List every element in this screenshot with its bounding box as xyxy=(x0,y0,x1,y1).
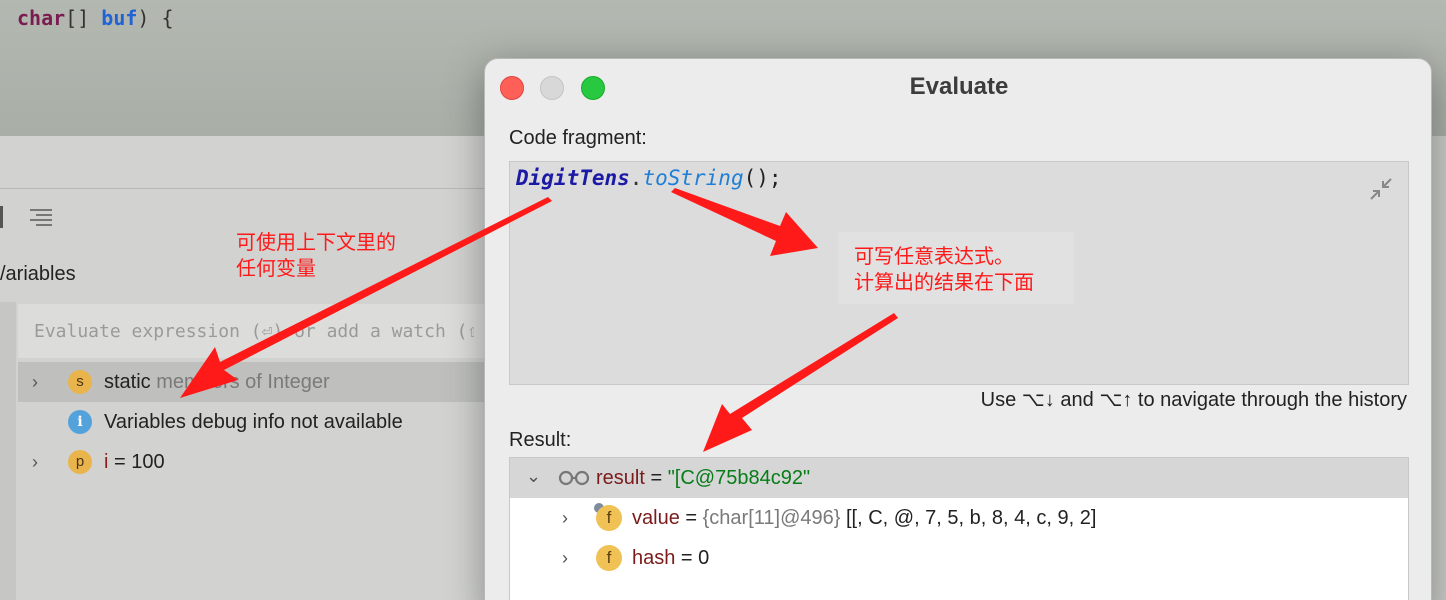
annotation-left: 可使用上下文里的 任何变量 xyxy=(236,230,396,282)
result-tree: ⌄ result = "[C@75b84c92" › f value = {ch… xyxy=(509,457,1409,600)
static-label: static xyxy=(104,370,157,393)
field-array-value: [[, C, @, 7, 5, b, 8, 4, c, 9, 2] xyxy=(840,506,1097,529)
variables-title: /ariables xyxy=(0,263,76,285)
field-value-entry: value = {char[11]@496} [[, C, @, 7, 5, b… xyxy=(632,507,1096,530)
field-badge-icon: f xyxy=(596,505,622,531)
code-tail: ) { xyxy=(137,6,174,30)
layout-list-icon[interactable] xyxy=(28,206,54,228)
expr-dot: . xyxy=(629,166,643,190)
static-members-dim: members of Integer xyxy=(156,370,330,393)
parameter-badge-icon: p xyxy=(68,450,92,474)
collapse-icon[interactable] xyxy=(1368,176,1394,202)
field-badge-icon: f xyxy=(596,545,622,571)
field-hash-entry: hash = 0 xyxy=(632,547,709,570)
chevron-right-icon[interactable]: › xyxy=(562,508,568,529)
evaluate-expression-input[interactable] xyxy=(18,304,490,358)
watch-glasses-icon xyxy=(558,470,590,486)
expr-class-name: DigitTens xyxy=(516,166,630,190)
static-badge-icon: s xyxy=(68,370,92,394)
annotation-right: 可写任意表达式。 计算出的结果在下面 xyxy=(854,244,1034,296)
field-equals: = xyxy=(675,546,699,569)
code-fragment-label: Code fragment: xyxy=(509,127,647,149)
static-members-label: static members of Integer xyxy=(104,371,330,394)
result-name: result xyxy=(596,466,645,489)
debug-panel: /ariables › s static members of Integer … xyxy=(0,136,490,600)
history-hint: Use ⌥↓ and ⌥↑ to navigate through the hi… xyxy=(980,389,1407,411)
tree-row-info[interactable]: i Variables debug info not available xyxy=(18,402,490,442)
code-param-buf: buf xyxy=(101,6,138,30)
expr-tail: (); xyxy=(743,166,782,190)
variables-tree: › s static members of Integer i Variable… xyxy=(18,362,490,482)
field-type: {char[11]@496} xyxy=(702,506,841,529)
tree-row-variable-i[interactable]: › p i = 100 xyxy=(18,442,490,482)
code-brackets: [] xyxy=(65,6,102,30)
dialog-title: Evaluate xyxy=(909,73,1009,100)
variable-value: = 100 xyxy=(108,450,165,473)
result-child-row-value[interactable]: › f value = {char[11]@496} [[, C, @, 7, … xyxy=(510,498,1408,538)
field-hash-value: 0 xyxy=(698,546,710,569)
info-icon: i xyxy=(68,410,92,434)
result-label: Result: xyxy=(509,429,572,451)
evaluate-dialog: Evaluate Code fragment: DigitTens.toStri… xyxy=(484,58,1432,600)
annotation-left-line2: 任何变量 xyxy=(236,258,316,280)
code-expression[interactable]: DigitTens.toString(); xyxy=(516,166,782,190)
left-gutter xyxy=(0,302,16,600)
toolbar-separator xyxy=(0,206,3,228)
result-value: "[C@75b84c92" xyxy=(667,466,811,489)
annotation-right-line1: 可写任意表达式。 xyxy=(854,246,1014,268)
result-equals: = xyxy=(644,466,668,489)
variable-i-label: i = 100 xyxy=(104,451,165,474)
field-name: hash xyxy=(632,546,676,569)
annotation-left-line1: 可使用上下文里的 xyxy=(236,232,396,254)
chevron-right-icon[interactable]: › xyxy=(32,372,48,392)
code-line: char[] buf) { xyxy=(17,6,174,30)
result-entry: result = "[C@75b84c92" xyxy=(596,467,810,490)
chevron-right-icon[interactable]: › xyxy=(32,452,48,472)
debug-info-message: Variables debug info not available xyxy=(104,410,403,433)
chevron-right-icon[interactable]: › xyxy=(562,548,568,569)
toolbar-divider xyxy=(0,188,490,189)
tree-row-static-members[interactable]: › s static members of Integer xyxy=(18,362,490,402)
result-child-row-hash[interactable]: › f hash = 0 xyxy=(510,538,1408,578)
chevron-down-icon[interactable]: ⌄ xyxy=(526,466,541,487)
code-keyword-char: char xyxy=(17,6,66,30)
expr-method-name: toString xyxy=(642,166,744,190)
annotation-right-line2: 计算出的结果在下面 xyxy=(854,272,1034,294)
field-name: value xyxy=(632,506,680,529)
result-row[interactable]: ⌄ result = "[C@75b84c92" xyxy=(510,458,1408,498)
field-equals: = xyxy=(679,506,703,529)
